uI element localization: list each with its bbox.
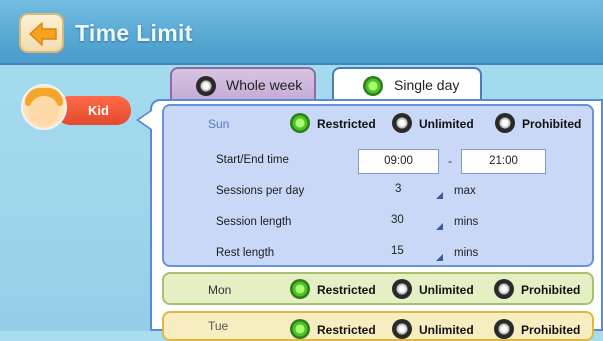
page-title: Time Limit bbox=[75, 20, 193, 46]
dropdown-corner-icon[interactable] bbox=[436, 254, 443, 261]
option-label: Unlimited bbox=[419, 117, 474, 131]
avatar[interactable] bbox=[21, 84, 67, 130]
day-name: Mon bbox=[208, 283, 232, 297]
back-button[interactable] bbox=[19, 13, 64, 53]
sessions-per-day-label: Sessions per day bbox=[216, 185, 305, 197]
rest-length-unit: mins bbox=[454, 247, 479, 259]
option-label: Restricted bbox=[317, 323, 376, 337]
day-card-tue[interactable]: Tue Restricted Unlimited Prohibited bbox=[162, 311, 594, 341]
end-time-field[interactable]: 21:00 bbox=[461, 149, 546, 174]
sessions-per-day-value[interactable]: 3 bbox=[395, 183, 401, 195]
day-name: Sun bbox=[208, 117, 230, 131]
radio-on-icon bbox=[290, 113, 310, 133]
radio-off-icon bbox=[494, 279, 514, 299]
tab-label: Single day bbox=[394, 77, 460, 93]
session-length-unit: mins bbox=[454, 216, 479, 228]
session-length-value[interactable]: 30 bbox=[391, 214, 404, 226]
radio-on-icon bbox=[290, 279, 310, 299]
panel-pointer-inner bbox=[139, 111, 152, 129]
option-label: Prohibited bbox=[521, 283, 581, 297]
dropdown-corner-icon[interactable] bbox=[436, 192, 443, 199]
tab-whole-week[interactable]: Whole week bbox=[170, 67, 316, 99]
session-length-label: Session length bbox=[216, 216, 292, 228]
avatar-face-icon bbox=[29, 96, 59, 126]
option-label: Restricted bbox=[317, 283, 376, 297]
radio-off-icon bbox=[392, 319, 412, 339]
start-time-field[interactable]: 09:00 bbox=[358, 149, 439, 174]
rest-length-label: Rest length bbox=[216, 247, 275, 259]
radio-off-icon bbox=[392, 279, 412, 299]
radio-off-icon bbox=[495, 113, 515, 133]
start-end-label: Start/End time bbox=[216, 154, 289, 166]
dropdown-corner-icon[interactable] bbox=[436, 223, 443, 230]
radio-off-icon bbox=[196, 76, 216, 96]
radio-off-icon bbox=[494, 319, 514, 339]
profile-name: Kid bbox=[88, 103, 109, 118]
radio-on-icon bbox=[290, 319, 310, 339]
day-card-sun: Sun Restricted Unlimited Prohibited Star… bbox=[162, 104, 594, 267]
time-separator: - bbox=[448, 154, 452, 168]
tab-single-day[interactable]: Single day bbox=[332, 67, 482, 99]
sessions-unit: max bbox=[454, 185, 476, 197]
radio-on-icon bbox=[363, 76, 383, 96]
option-label: Unlimited bbox=[419, 283, 474, 297]
radio-off-icon bbox=[392, 113, 412, 133]
option-label: Restricted bbox=[317, 117, 376, 131]
header-bar: Time Limit bbox=[0, 0, 603, 65]
option-label: Unlimited bbox=[419, 323, 474, 337]
option-label: Prohibited bbox=[521, 323, 581, 337]
option-label: Prohibited bbox=[522, 117, 582, 131]
back-arrow-icon bbox=[29, 22, 57, 46]
tab-label: Whole week bbox=[226, 77, 303, 93]
rest-length-value[interactable]: 15 bbox=[391, 245, 404, 257]
day-card-mon[interactable]: Mon Restricted Unlimited Prohibited bbox=[162, 272, 594, 305]
profile-button[interactable]: Kid bbox=[56, 96, 131, 125]
